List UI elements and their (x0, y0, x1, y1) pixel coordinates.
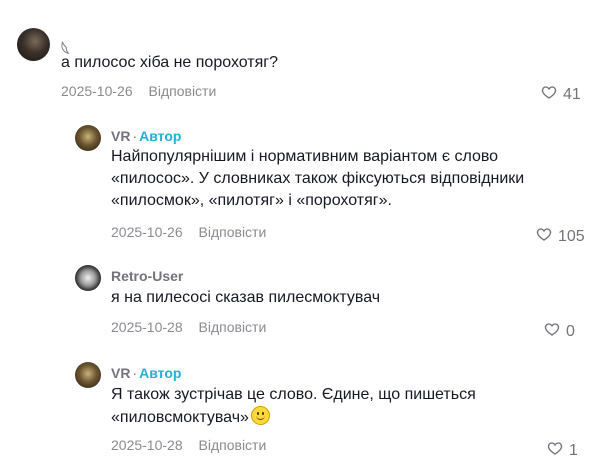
avatar[interactable] (75, 125, 101, 151)
heart-outline-icon (547, 440, 563, 461)
author-badge: Автор (139, 128, 182, 144)
comment-text: я на пилесосі сказав пилесмоктувач (111, 289, 381, 306)
like-count: 1 (569, 441, 578, 459)
heart-outline-icon (541, 84, 557, 105)
comment-meta: 2025-10-28 Відповісти (111, 437, 266, 453)
reply-button[interactable]: Відповісти (199, 437, 267, 453)
heart-outline-icon (544, 321, 560, 342)
avatar[interactable] (75, 265, 101, 291)
like-count: 41 (563, 85, 581, 103)
comment-text: а пилосос хіба не порохотяг? (61, 54, 279, 71)
reply-button[interactable]: Відповісти (199, 319, 267, 335)
like-button[interactable]: 41 (541, 84, 581, 105)
reply-button[interactable]: Відповісти (149, 83, 217, 99)
like-count: 105 (558, 227, 585, 245)
author-name[interactable]: VR (111, 365, 130, 381)
like-count: 0 (566, 322, 575, 340)
reply-button[interactable]: Відповісти (199, 224, 267, 240)
comment-date: 2025-10-28 (111, 437, 183, 453)
avatar[interactable] (75, 362, 101, 388)
comment-date: 2025-10-26 (111, 224, 183, 240)
like-button[interactable]: 1 (547, 440, 578, 461)
author-badge: Автор (139, 365, 182, 381)
separator: · (132, 128, 138, 144)
comment-meta: 2025-10-26 Відповісти (61, 83, 216, 99)
avatar[interactable] (17, 28, 50, 61)
comment-text: Я також зустрічав це слово. Єдине, що пи… (111, 384, 511, 429)
comment-date: 2025-10-26 (61, 83, 133, 99)
heart-outline-icon (536, 226, 552, 247)
comment-meta: 2025-10-26 Відповісти (111, 224, 266, 240)
comment-text-content: Я також зустрічав це слово. Єдине, що пи… (111, 386, 476, 426)
comment-text: Найпопулярнішим і нормативним варіантом … (111, 148, 525, 209)
separator: · (132, 365, 138, 381)
like-button[interactable]: 105 (536, 226, 585, 247)
author-name[interactable]: VR (111, 128, 130, 144)
comment-date: 2025-10-28 (111, 319, 183, 335)
like-button[interactable]: 0 (544, 321, 575, 342)
comment-author[interactable]: VR · Автор (111, 365, 181, 381)
comment-author[interactable]: VR · Автор (111, 128, 181, 144)
comment-meta: 2025-10-28 Відповісти (111, 319, 266, 335)
smiling-face-icon (250, 406, 270, 425)
comment-author[interactable]: Retro-User (111, 268, 183, 284)
